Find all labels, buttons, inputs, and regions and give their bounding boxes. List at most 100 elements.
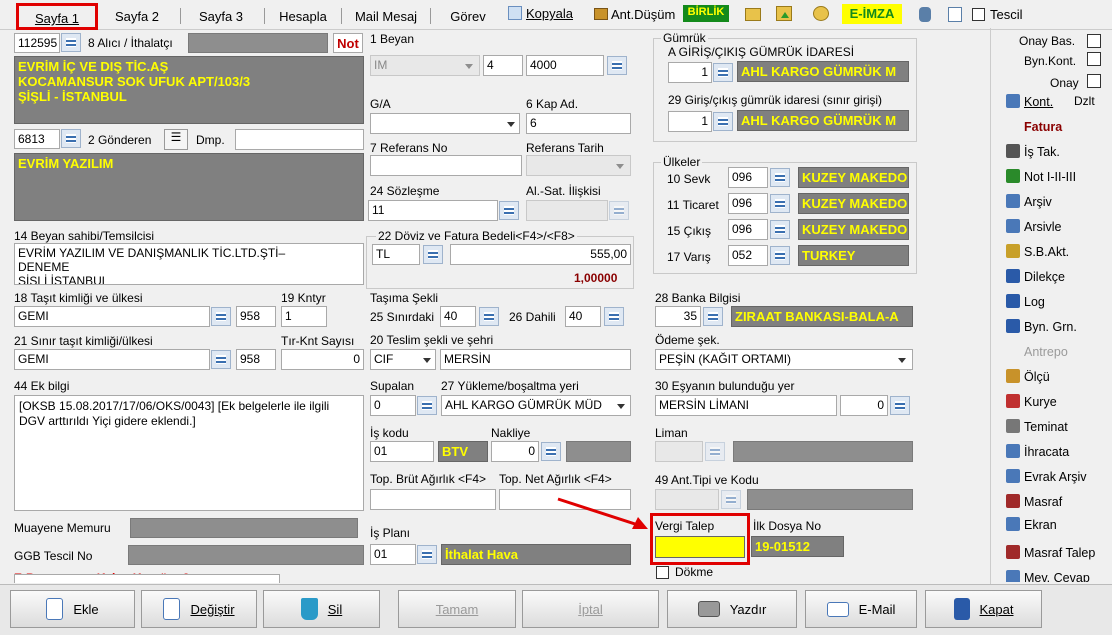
teslim-city-field[interactable]: MERSİN [440,349,631,370]
side-item-olcu[interactable]: Ölçü [1006,369,1050,384]
dmp-field[interactable] [235,129,364,150]
sinir-giris-value[interactable]: AHL KARGO GÜMRÜK M [737,110,909,131]
ulke-picker-icon[interactable] [770,194,790,213]
tasit-code-field[interactable]: 958 [236,306,276,327]
side-item-dilekce[interactable]: Dilekçe [1006,269,1065,284]
ant-dusum-button[interactable]: Ant.Düşüm [594,7,675,22]
side-item-masraf[interactable]: Masraf [1006,494,1062,509]
side-item-ekran[interactable]: Ekran [1006,517,1057,532]
ga-dropdown-icon[interactable] [502,114,519,133]
sinir-giris-picker-icon[interactable] [713,112,733,131]
tab-mail-mesaj[interactable]: Mail Mesaj [346,6,426,28]
tab-sayfa-1[interactable]: Sayfa 1 [16,3,98,30]
beyan-code-field[interactable]: 4000 [526,55,604,76]
beyan-sahibi-field[interactable]: EVRİM YAZILIM VE DANIŞMANLIK TİC.LTD.ŞTİ… [14,243,364,285]
tasit-field[interactable]: GEMI [14,306,210,327]
alici-code-field[interactable]: 112595 [14,33,60,53]
tab-sayfa-2[interactable]: Sayfa 2 [104,6,170,28]
list-icon[interactable]: ☰ [164,129,188,150]
side-item-sb-akt[interactable]: S.B.Akt. [1006,244,1069,259]
tasit-picker-icon[interactable] [211,307,231,326]
side-item-not[interactable]: Not I-II-III [1006,169,1076,184]
folder-up-icon[interactable] [776,6,792,21]
side-item-is-tak[interactable]: İş Tak. [1006,144,1060,159]
email-button[interactable]: E-Mail [805,590,917,628]
yukleme-dropdown-icon[interactable] [612,396,629,415]
dzlt-link[interactable]: Dzlt [1074,94,1095,108]
sinir-picker-icon[interactable] [479,307,499,326]
onay-checkbox[interactable] [1087,74,1101,88]
ga-select[interactable] [370,113,520,134]
brut-field[interactable] [370,489,496,510]
side-item-antrepo[interactable]: Antrepo [1006,344,1068,359]
side-item-kurye[interactable]: Kurye [1006,394,1057,409]
kntyr-field[interactable]: 1 [281,306,327,327]
sinir-field[interactable]: 40 [440,306,476,327]
alici-picker-icon[interactable] [61,33,81,52]
gonderen-picker-icon[interactable] [61,129,81,148]
doviz-field[interactable]: TL [372,244,420,265]
is-kodu-field[interactable]: 01 [370,441,434,462]
tab-gorev[interactable]: Görev [440,6,496,28]
ulke-name[interactable]: KUZEY MAKEDO [798,167,909,188]
ulke-code-field[interactable]: 052 [728,245,768,266]
e-imza-button[interactable]: E-İMZA [842,4,902,24]
banka-value[interactable]: ZIRAAT BANKASI-BALA-A [731,306,913,327]
ulke-name[interactable]: KUZEY MAKEDO [798,219,909,240]
iptal-button[interactable]: İptal [522,590,659,628]
ulke-code-field[interactable]: 096 [728,167,768,188]
ekle-button[interactable]: Ekle [10,590,135,628]
esya-picker-icon[interactable] [890,396,910,415]
tab-sayfa-3[interactable]: Sayfa 3 [188,6,254,28]
sozlesme-field[interactable]: 11 [368,200,498,221]
liman-picker-icon[interactable] [705,442,725,461]
side-item-arsivle[interactable]: Arsivle [1006,219,1062,234]
liman-field[interactable] [655,441,703,462]
alsat-picker-icon[interactable] [609,201,629,220]
dahili-field[interactable]: 40 [565,306,601,327]
beyan-no-field[interactable]: 4 [483,55,523,76]
odeme-select[interactable]: PEŞİN (KAĞIT ORTAMI) [655,349,913,370]
side-item-mev-cevap[interactable]: Mev. Cevap [1006,570,1090,582]
is-plani-picker-icon[interactable] [417,545,437,564]
ilk-dosya-field[interactable]: 19-01512 [751,536,844,557]
muayene-field[interactable] [130,518,358,538]
search-doc-icon[interactable] [948,7,962,22]
ulke-code-field[interactable]: 096 [728,219,768,240]
ek-bilgi-field[interactable]: [OKSB 15.08.2017/17/06/OKS/0043] [Ek bel… [14,395,364,511]
cylinder-icon[interactable] [919,7,931,22]
ant-picker-icon[interactable] [721,490,741,509]
side-item-kont[interactable]: Kont. [1006,94,1053,109]
gonderen-code-field[interactable]: 6813 [14,129,60,149]
yazdir-button[interactable]: Yazdır [667,590,797,628]
kapat-button[interactable]: Kapat [925,590,1042,628]
sinir-tasit-code-field[interactable]: 958 [236,349,276,370]
ulke-name[interactable]: TURKEY [798,245,909,266]
sil-button[interactable]: Sil [263,590,380,628]
birlik-badge[interactable]: BİRLİK [683,5,729,22]
giris-picker-icon[interactable] [713,63,733,82]
tab-hesapla[interactable]: Hesapla [270,6,336,28]
gonderen-name[interactable]: EVRİM YAZILIM [14,153,364,221]
side-item-teminat[interactable]: Teminat [1006,419,1068,434]
nakliye-picker-icon[interactable] [541,442,561,461]
ant-field[interactable] [655,489,719,510]
not-button[interactable]: Not [333,33,363,53]
ulke-name[interactable]: KUZEY MAKEDO [798,193,909,214]
sozlesme-picker-icon[interactable] [499,201,519,220]
btv-field[interactable]: BTV [438,441,488,462]
sinir-tasit-picker-icon[interactable] [211,350,231,369]
fatura-bedeli-field[interactable]: 555,00 [450,244,631,265]
onay-bas-checkbox[interactable] [1087,34,1101,48]
giris-code-field[interactable]: 1 [668,62,712,83]
alsat-field[interactable] [526,200,608,221]
giris-value[interactable]: AHL KARGO GÜMRÜK M [737,61,909,82]
ulke-picker-icon[interactable] [770,220,790,239]
esya-field[interactable]: MERSİN LİMANI [655,395,837,416]
side-item-ihracata[interactable]: İhracata [1006,444,1069,459]
kopyala-button[interactable]: Kopyala [508,6,573,26]
supalan-picker-icon[interactable] [417,396,437,415]
ggb-field[interactable] [128,545,364,565]
side-item-fatura[interactable]: Fatura [1006,119,1062,134]
dokme-checkbox[interactable] [656,566,669,579]
